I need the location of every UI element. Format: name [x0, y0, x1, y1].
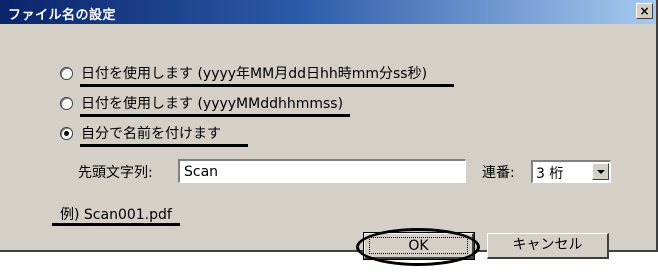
radio-button-selected[interactable]: [60, 126, 73, 140]
radio-button[interactable]: [60, 96, 73, 110]
radio-option-custom-name[interactable]: 自分で名前を付けます: [60, 122, 221, 144]
prefix-label: 先頭文字列:: [78, 165, 153, 181]
chevron-down-icon[interactable]: [592, 163, 609, 180]
radio-button[interactable]: [60, 66, 73, 80]
file-name-settings-dialog: ファイル名の設定 × 日付を使用します (yyyy年MM月dd日hh時mm分ss…: [0, 0, 658, 260]
emphasis-underline: [80, 114, 350, 117]
serial-label: 連番:: [482, 165, 515, 181]
serial-digits-select[interactable]: 3 桁: [531, 160, 611, 183]
radio-option-date-short[interactable]: 日付を使用します (yyyyMMddhhmmss): [60, 92, 343, 114]
ok-button-label: OK: [369, 237, 468, 254]
close-icon: ×: [639, 4, 650, 18]
ok-button[interactable]: OK: [363, 232, 475, 260]
radio-label: 自分で名前を付けます: [81, 126, 221, 142]
title-bar: ファイル名の設定 ×: [0, 0, 656, 24]
radio-label: 日付を使用します (yyyyMMddhhmmss): [81, 96, 344, 112]
emphasis-underline: [80, 84, 454, 87]
dialog-title: ファイル名の設定: [8, 8, 117, 23]
emphasis-underline: [52, 223, 180, 226]
filename-example: 例) Scan001.pdf: [60, 207, 172, 223]
radio-option-date-long[interactable]: 日付を使用します (yyyy年MM月dd日hh時mm分ss秒): [60, 62, 427, 84]
serial-digits-value: 3 桁: [536, 166, 564, 182]
close-button[interactable]: ×: [636, 3, 653, 19]
prefix-input[interactable]: Scan: [178, 159, 466, 183]
cancel-button[interactable]: キャンセル: [487, 233, 609, 259]
emphasis-underline: [80, 144, 248, 147]
radio-label: 日付を使用します (yyyy年MM月dd日hh時mm分ss秒): [81, 66, 428, 82]
